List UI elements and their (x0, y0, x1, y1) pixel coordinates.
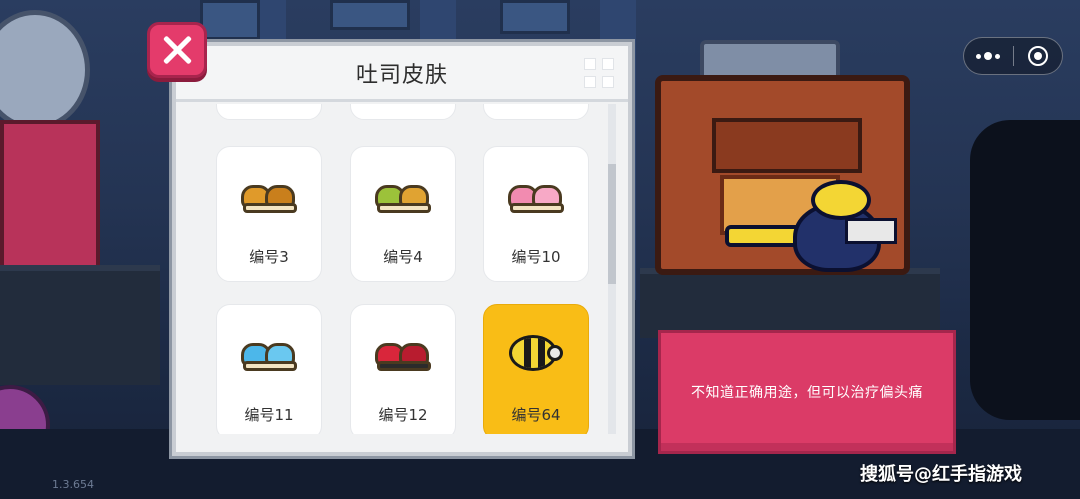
pet-face (845, 218, 897, 244)
skin-label: 编号4 (383, 248, 423, 266)
pipe (500, 0, 570, 34)
skin-label: 编号10 (511, 248, 561, 266)
skin-card-12[interactable]: 编号12 (350, 304, 456, 434)
skin-description-panel: 不知道正确用途，但可以治疗偏头痛 (658, 330, 956, 454)
target-circle-icon (1027, 46, 1048, 66)
skin-card-10[interactable]: 编号10 (483, 146, 589, 282)
skin-label: 编号12 (378, 406, 428, 424)
more-button[interactable] (964, 38, 1013, 74)
more-dots-icon (976, 52, 1001, 60)
shelf-decoration (0, 120, 100, 270)
globe-decoration (0, 10, 90, 130)
exit-miniprogram-button[interactable] (1014, 38, 1063, 74)
skin-card-11[interactable]: 编号11 (216, 304, 322, 434)
pet-head (811, 180, 871, 220)
skin-grid[interactable]: 编号3 编号4 编号10 编号11 编号12 编号64 (186, 104, 616, 434)
toast-red-icon (375, 337, 433, 371)
skin-label: 编号3 (249, 248, 289, 266)
miniprogram-capsule (963, 37, 1063, 75)
skin-card[interactable] (350, 104, 456, 120)
toast-green-icon (375, 179, 433, 213)
pipe (200, 0, 260, 40)
skin-card[interactable] (216, 104, 322, 120)
toaster-window (712, 118, 862, 173)
toast-orange-icon (241, 179, 299, 213)
close-icon (162, 35, 192, 65)
plant-silhouette (970, 120, 1080, 420)
skin-card[interactable] (483, 104, 589, 120)
dialog-title: 吐司皮肤 (355, 62, 448, 88)
scrollbar-thumb[interactable] (608, 164, 616, 284)
version-text: 1.3.654 (52, 478, 94, 491)
counter (0, 265, 160, 385)
watermark: 搜狐号@红手指游戏 (860, 464, 1022, 485)
skin-card-64[interactable]: 编号64 (483, 304, 589, 434)
skin-label: 编号11 (244, 406, 294, 424)
pipe (330, 0, 410, 30)
skin-card-3[interactable]: 编号3 (216, 146, 322, 282)
skin-description-text: 不知道正确用途，但可以治疗偏头痛 (691, 385, 923, 401)
toast-pink-icon (508, 179, 566, 213)
close-button[interactable] (147, 22, 207, 78)
dialog-header: 吐司皮肤 (176, 46, 628, 102)
scrollbar[interactable] (608, 104, 616, 434)
skin-label: 编号64 (511, 406, 561, 424)
pet-character (725, 180, 900, 275)
skin-card-4[interactable]: 编号4 (350, 146, 456, 282)
skin-dialog: 吐司皮肤 编号3 编号4 编号10 编号11 编号12 编号64 (172, 42, 632, 456)
grid-view-icon[interactable] (584, 58, 614, 88)
bee-toast-icon (509, 335, 565, 371)
toast-blue-icon (241, 337, 299, 371)
counter (640, 268, 940, 338)
